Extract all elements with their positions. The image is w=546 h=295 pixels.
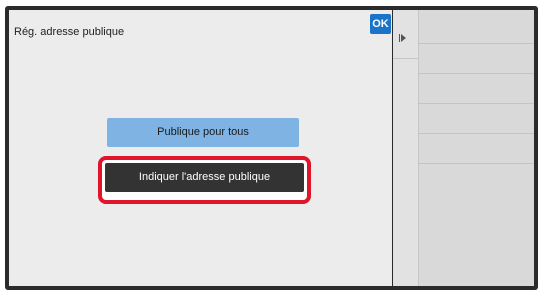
side-panel-list: [419, 14, 534, 164]
indicate-public-address-button[interactable]: Indiquer l'adresse publique: [105, 163, 304, 192]
public-for-all-button[interactable]: Publique pour tous: [107, 118, 299, 147]
divider: [393, 58, 418, 59]
device-screen: Rég. adresse publique OK Publique pour t…: [5, 6, 538, 290]
list-item: [419, 14, 534, 44]
list-item: [419, 104, 534, 134]
list-item: [419, 134, 534, 164]
play-pause-icon: [401, 34, 406, 42]
play-pause-icon-bar: [399, 34, 400, 42]
list-item: [419, 74, 534, 104]
side-panel: [393, 10, 534, 286]
side-panel-toggle[interactable]: [393, 10, 419, 286]
list-item: [419, 44, 534, 74]
public-address-dialog: Rég. adresse publique OK Publique pour t…: [9, 10, 392, 286]
ok-button[interactable]: OK: [370, 14, 391, 34]
dialog-title: Rég. adresse publique: [14, 26, 125, 38]
